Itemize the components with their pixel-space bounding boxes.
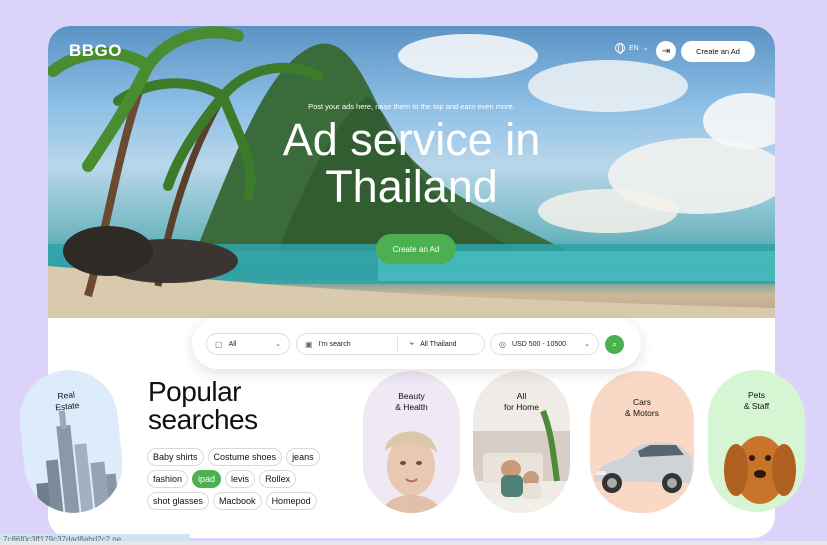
search-icon: ⌕ <box>611 339 618 349</box>
calendar-icon: ▢ <box>215 339 223 349</box>
login-button[interactable]: ⇥ <box>656 41 676 61</box>
headline-line-1: Ad service in <box>282 114 541 165</box>
category-all-for-home[interactable]: All for Home <box>473 371 570 513</box>
tag-chip[interactable]: shot glasses <box>147 492 210 510</box>
tag-chip[interactable]: Rollex <box>259 470 297 488</box>
tag-row: shot glasses Macbook Homepod <box>147 492 347 510</box>
search-button[interactable]: ⌕ <box>605 335 624 354</box>
currency-icon: ◎ <box>499 339 506 349</box>
tag-chip[interactable]: fashion <box>147 470 189 488</box>
tag-chip[interactable]: Costume shoes <box>207 448 283 466</box>
tag-chip[interactable]: Baby shirts <box>147 448 204 466</box>
horizontal-scrollbar[interactable] <box>0 541 827 545</box>
tag-chip[interactable]: Macbook <box>213 492 262 510</box>
tag-row: Baby shirts Costume shoes jeans <box>147 448 347 466</box>
login-icon: ⇥ <box>661 45 671 57</box>
query-and-location-field: ▣ I'm search ⌖ All Thailand <box>296 333 485 355</box>
create-ad-header-button[interactable]: Create an Ad <box>681 41 755 62</box>
search-bar: ▢ All ⌄ ▣ I'm search ⌖ All Thailand ◎ US… <box>192 318 641 369</box>
category-real-estate[interactable]: Real Estate <box>14 365 128 518</box>
category-label: Beauty & Health <box>395 391 428 412</box>
hero-headline: Ad service in Thailand <box>48 116 775 210</box>
hero-banner: BBGO EN ⌄ ⇥ Create an Ad Post your ads h… <box>48 26 775 318</box>
language-label: EN <box>629 44 639 52</box>
category-select-value: All <box>228 340 237 348</box>
category-label: Cars & Motors <box>624 397 659 418</box>
create-ad-hero-button[interactable]: Create an Ad <box>376 234 456 264</box>
hero-tagline: Post your ads here, raise them to the to… <box>308 102 515 111</box>
tag-chip[interactable]: levis <box>225 470 256 488</box>
price-range-value: USD 500 - 10500 <box>511 340 567 348</box>
category-cars-motors[interactable]: Cars & Motors <box>590 371 694 513</box>
category-label: Pets & Staff <box>743 390 770 411</box>
language-selector[interactable]: EN ⌄ <box>615 43 649 54</box>
query-input[interactable]: I'm search <box>319 341 381 348</box>
category-select[interactable]: ▢ All ⌄ <box>206 333 290 355</box>
tag-row: fashion ipad levis Rollex <box>147 470 347 488</box>
chevron-down-icon: ⌄ <box>584 341 590 348</box>
field-divider <box>396 337 398 351</box>
chevron-down-icon: ⌄ <box>642 45 649 52</box>
category-label: All for Home <box>504 391 539 412</box>
category-beauty-health[interactable]: Beauty & Health <box>363 371 460 513</box>
location-select[interactable]: All Thailand <box>420 341 456 348</box>
car-photo <box>594 442 692 493</box>
brand-logo[interactable]: BBGO <box>69 41 122 61</box>
popular-searches-title: Popular searches <box>148 376 258 435</box>
headline-line-2: Thailand <box>325 161 498 212</box>
popular-tags: Baby shirts Costume shoes jeans fashion … <box>147 448 347 514</box>
price-range-select[interactable]: ◎ USD 500 - 10500 ⌄ <box>490 333 599 355</box>
tag-chip[interactable]: Homepod <box>265 492 317 510</box>
globe-icon <box>615 43 625 54</box>
location-icon: ⌖ <box>409 339 415 348</box>
chevron-down-icon: ⌄ <box>275 341 281 348</box>
tag-chip[interactable]: jeans <box>286 448 320 466</box>
search-doc-icon: ▣ <box>305 339 313 349</box>
tag-chip-active[interactable]: ipad <box>192 470 222 488</box>
category-pets-staff[interactable]: Pets & Staff <box>708 370 805 512</box>
